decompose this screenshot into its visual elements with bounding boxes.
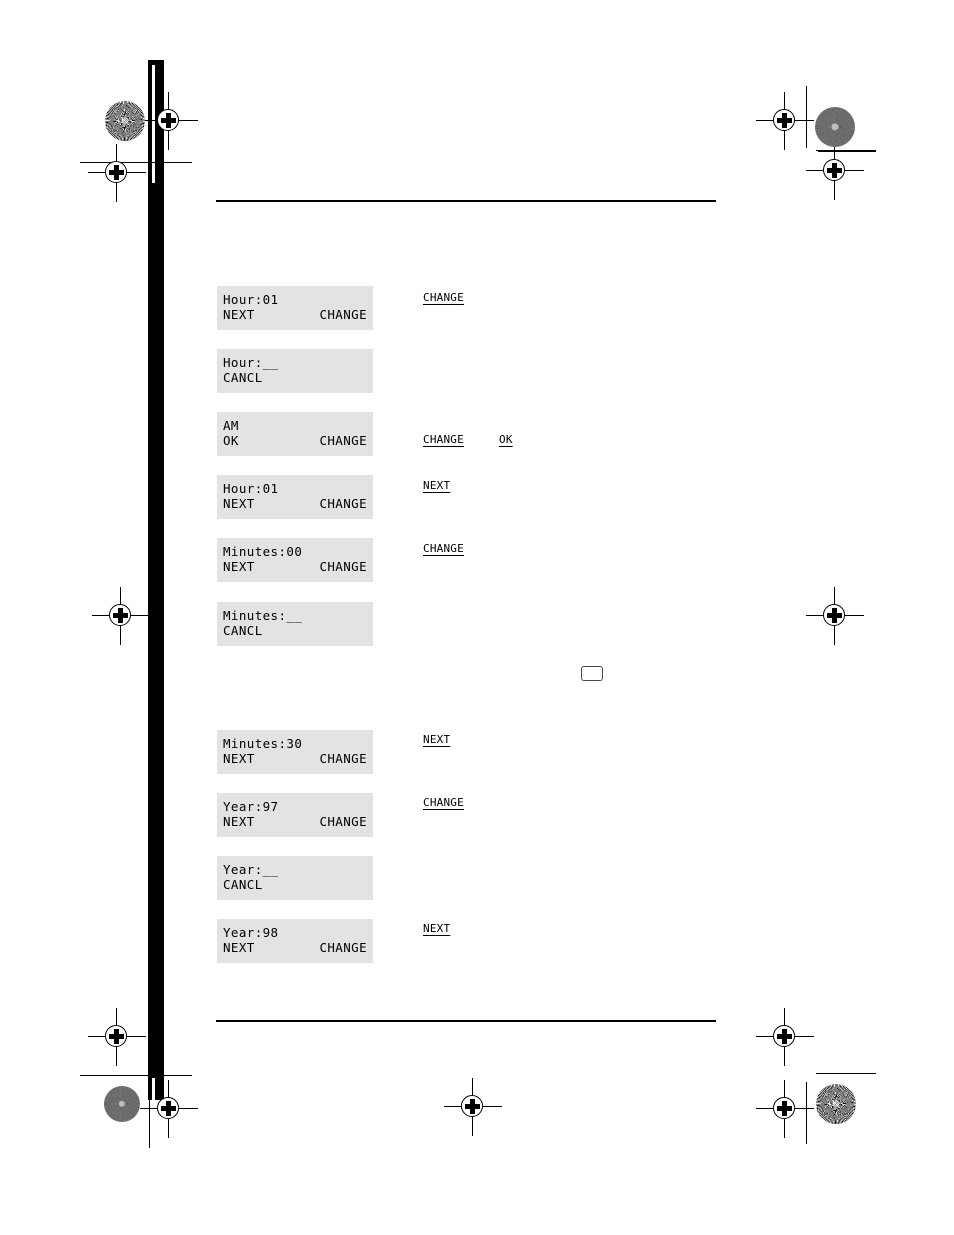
lcd-line2-left: CANCL: [223, 877, 263, 892]
lcd-line2-left: OK: [223, 433, 239, 448]
registration-mark-top-left-upper: [140, 92, 198, 150]
lcd-line2-left: NEXT: [223, 307, 255, 322]
lcd-softkey-right: CHANGE: [319, 814, 367, 829]
registration-mark-top-right-lower: [806, 142, 864, 200]
keypad-button-icon[interactable]: [581, 666, 603, 681]
lcd-line-2: CANCL: [223, 623, 373, 638]
trim-line-vert-top-right: [806, 86, 807, 148]
key-label-next[interactable]: NEXT: [423, 733, 450, 746]
lcd-line-1: Year:98: [223, 925, 373, 940]
lcd-line1-left: Minutes:00: [223, 544, 303, 559]
spine-bar-highlight-bottom: [152, 1078, 155, 1100]
lcd-softkey-right: CHANGE: [319, 940, 367, 955]
trim-line-bottom-left: [80, 1075, 192, 1076]
lcd-screen: Year:98 NEXT CHANGE: [217, 919, 373, 963]
lcd-line-1: Minutes:__: [223, 608, 373, 623]
key-label-ok[interactable]: OK: [499, 433, 513, 446]
lcd-softkey-right: CHANGE: [319, 559, 367, 574]
trim-line-vert-bottom-right: [806, 1082, 807, 1144]
lcd-line1-left: Year:98: [223, 925, 279, 940]
key-label-change[interactable]: CHANGE: [423, 291, 464, 304]
footer-rule: [216, 1020, 716, 1022]
lcd-screen: Year:97 NEXT CHANGE: [217, 793, 373, 837]
lcd-line2-left: NEXT: [223, 496, 255, 511]
density-target-bottom-right: [816, 1084, 856, 1124]
key-label-change[interactable]: CHANGE: [423, 796, 464, 809]
header-rule: [216, 200, 716, 202]
lcd-line-1: Hour:01: [223, 292, 373, 307]
trim-line-top-left: [80, 162, 192, 163]
lcd-line1-left: Minutes:__: [223, 608, 303, 623]
spine-bar-highlight: [152, 65, 155, 183]
lcd-line-2: OK CHANGE: [223, 433, 373, 448]
lcd-line-2: NEXT CHANGE: [223, 307, 373, 322]
registration-mark-bottom-left-upper: [88, 1008, 146, 1066]
lcd-line-1: Hour:01: [223, 481, 373, 496]
trim-line-upper-right-rule: [818, 151, 876, 152]
trim-line-bottom-right: [816, 1073, 876, 1074]
lcd-softkey-right: CHANGE: [319, 307, 367, 322]
lcd-line-2: NEXT CHANGE: [223, 751, 373, 766]
trim-line-vert-bottom-left: [149, 1100, 150, 1148]
trim-line-top-right: [816, 150, 876, 151]
lcd-softkey-right: CHANGE: [319, 496, 367, 511]
key-label-change[interactable]: CHANGE: [423, 433, 464, 446]
density-target-bottom-left: [104, 1086, 140, 1122]
lcd-screen: Minutes:00 NEXT CHANGE: [217, 538, 373, 582]
registration-mark-middle-left: [92, 587, 150, 645]
lcd-line2-left: NEXT: [223, 751, 255, 766]
key-label-next[interactable]: NEXT: [423, 922, 450, 935]
lcd-line1-left: Hour:__: [223, 355, 279, 370]
density-target-top-left: [105, 101, 145, 141]
lcd-screen: Hour:01 NEXT CHANGE: [217, 475, 373, 519]
registration-mark-top-right-upper: [756, 92, 814, 150]
lcd-screen: Hour:01 NEXT CHANGE: [217, 286, 373, 330]
lcd-line-2: NEXT CHANGE: [223, 496, 373, 511]
lcd-line2-left: NEXT: [223, 940, 255, 955]
lcd-line2-left: NEXT: [223, 814, 255, 829]
lcd-line1-left: Minutes:30: [223, 736, 303, 751]
registration-mark-bottom-left-lower: [140, 1080, 198, 1138]
lcd-screen: Minutes:__ CANCL: [217, 602, 373, 646]
scanned-page: Hour:01 NEXT CHANGE CHANGE Hour:__ CANCL…: [0, 0, 954, 1235]
lcd-line-1: Hour:__: [223, 355, 373, 370]
lcd-line-1: Year:97: [223, 799, 373, 814]
lcd-line1-left: Hour:01: [223, 481, 279, 496]
lcd-line-1: Minutes:30: [223, 736, 373, 751]
spine-bar: [148, 60, 164, 1100]
lcd-line-1: AM: [223, 418, 373, 433]
lcd-line2-left: NEXT: [223, 559, 255, 574]
lcd-line-2: CANCL: [223, 877, 373, 892]
lcd-line1-left: AM: [223, 418, 239, 433]
lcd-softkey-right: CHANGE: [319, 433, 367, 448]
registration-mark-middle-right: [806, 587, 864, 645]
lcd-screen: Year:__ CANCL: [217, 856, 373, 900]
key-label-next[interactable]: NEXT: [423, 479, 450, 492]
lcd-line-1: Minutes:00: [223, 544, 373, 559]
registration-mark-bottom-right-upper: [756, 1008, 814, 1066]
lcd-line-2: CANCL: [223, 370, 373, 385]
registration-mark-bottom-right-lower: [756, 1080, 814, 1138]
lcd-screen: Minutes:30 NEXT CHANGE: [217, 730, 373, 774]
key-label-change[interactable]: CHANGE: [423, 542, 464, 555]
lcd-line-2: NEXT CHANGE: [223, 940, 373, 955]
lcd-screen: AM OK CHANGE: [217, 412, 373, 456]
registration-mark-top-left-lower: [88, 144, 146, 202]
lcd-line1-left: Hour:01: [223, 292, 279, 307]
lcd-softkey-right: CHANGE: [319, 751, 367, 766]
lcd-line-1: Year:__: [223, 862, 373, 877]
lcd-line1-left: Year:__: [223, 862, 279, 877]
registration-mark-bottom-center: [444, 1078, 502, 1136]
lcd-line-2: NEXT CHANGE: [223, 814, 373, 829]
lcd-line-2: NEXT CHANGE: [223, 559, 373, 574]
lcd-line1-left: Year:97: [223, 799, 279, 814]
density-target-top-right: [815, 107, 855, 147]
lcd-line2-left: CANCL: [223, 370, 263, 385]
lcd-line2-left: CANCL: [223, 623, 263, 638]
lcd-screen: Hour:__ CANCL: [217, 349, 373, 393]
